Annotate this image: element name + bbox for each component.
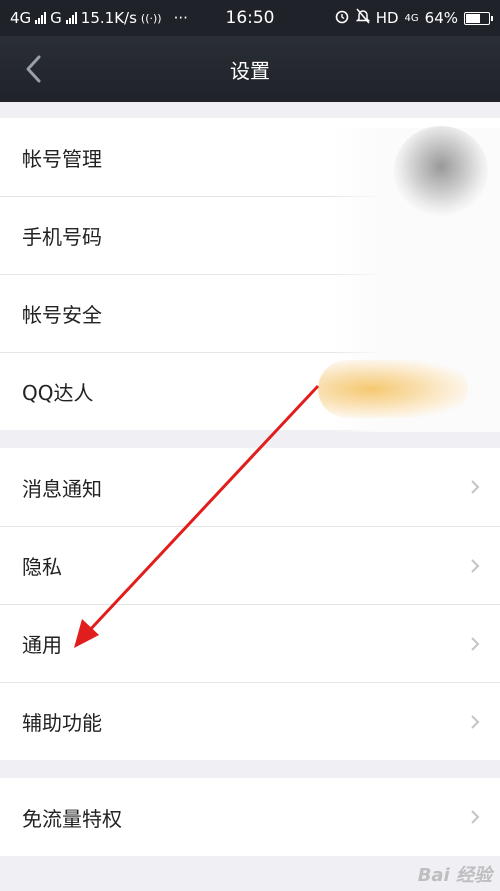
watermark: Bai 经验 xyxy=(417,865,492,886)
annotation-arrow xyxy=(74,384,320,648)
